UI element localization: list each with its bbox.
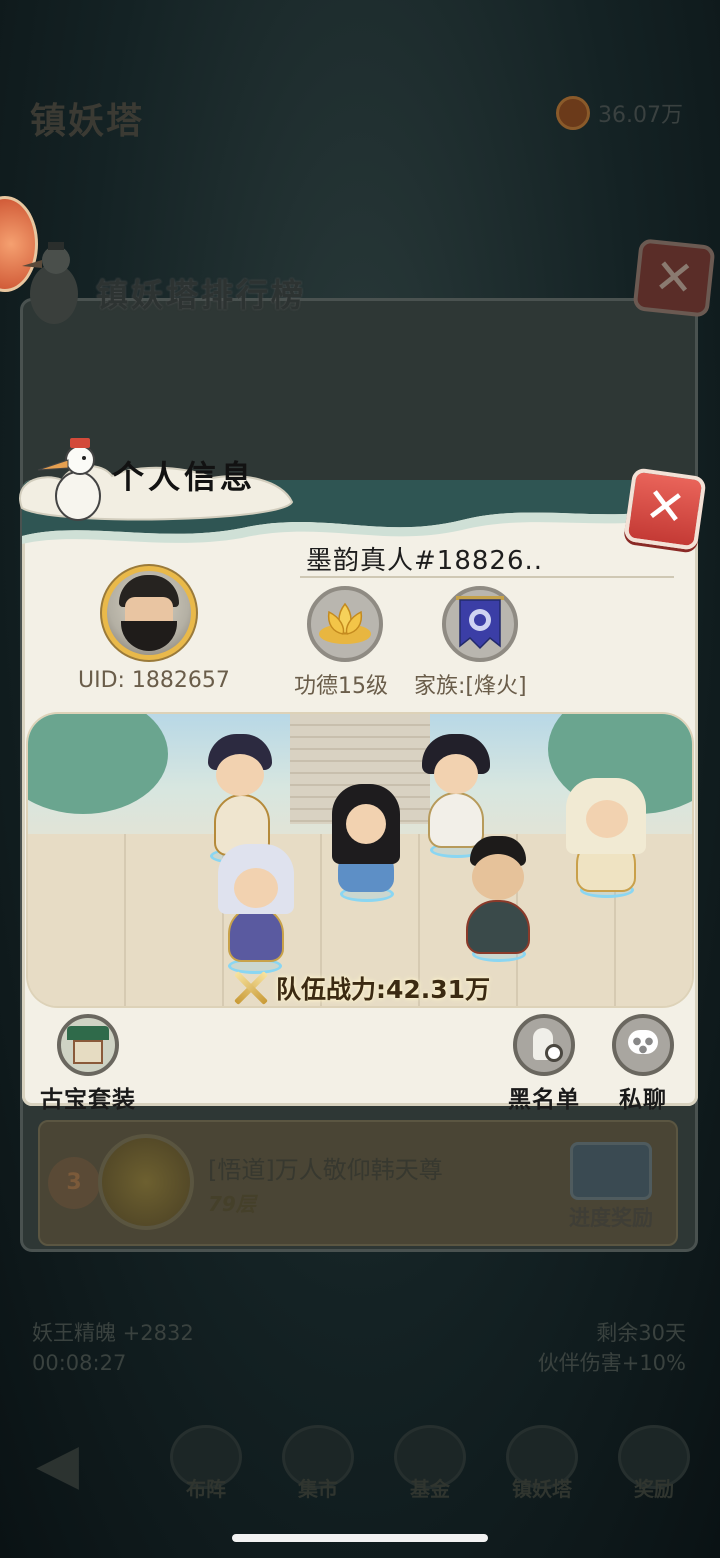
nav-label: 集市 (298, 1477, 338, 1501)
hero-character[interactable] (206, 844, 306, 974)
hero-head (586, 800, 628, 838)
ranking-title: 镇妖塔排行榜 (96, 276, 307, 314)
temple-body (73, 1040, 103, 1064)
nav-item-market[interactable]: 集市 (282, 1425, 354, 1502)
chat-bubble-icon: ● ● ● (612, 1014, 674, 1076)
demon-essence-info: 妖王精魄 +2832 00:08:27 (32, 1318, 194, 1378)
treasure-set-label: 古宝套装 (40, 1087, 136, 1113)
nav-label: 布阵 (186, 1477, 226, 1501)
demon-essence-label: 妖王精魄 +2832 (32, 1321, 194, 1345)
avatar-beard (121, 621, 177, 651)
player-uid: UID: 1882657 (78, 668, 230, 693)
currency-icon (556, 96, 590, 130)
currency-value: 36.07万 (598, 103, 683, 128)
hero-character[interactable] (448, 830, 548, 964)
merit-level: 功德15级 (294, 674, 388, 699)
hero-body (228, 906, 284, 962)
demon-essence-timer: 00:08:27 (32, 1351, 127, 1375)
hero-head (434, 754, 478, 794)
rank-avatar (98, 1134, 194, 1230)
ban-icon (545, 1044, 563, 1062)
hero-head (234, 868, 278, 908)
rank-player-name: [悟道]万人敬仰韩天尊 (208, 1156, 443, 1184)
bubble-dots: ● ● ● (632, 1036, 654, 1055)
nav-item-reward[interactable]: 奖励 (618, 1425, 690, 1502)
nav-item-fund[interactable]: 基金 (394, 1425, 466, 1502)
ranking-close-button[interactable]: ✕ (632, 238, 716, 318)
treasure-set-button[interactable]: 古宝套装 (40, 1014, 136, 1114)
hero-head (346, 804, 386, 844)
blacklist-label: 黑名单 (508, 1087, 580, 1113)
rank-number-badge: 3 (48, 1157, 100, 1209)
family-name: 家族:[烽火] (414, 674, 527, 699)
rank-floor: 79层 (208, 1192, 256, 1216)
avatar-portrait (107, 571, 191, 655)
home-indicator[interactable] (232, 1534, 488, 1542)
name-divider (300, 576, 674, 578)
buff-remaining: 剩余30天 (596, 1321, 686, 1345)
blacklist-icon (513, 1014, 575, 1076)
ranking-row[interactable]: 3 [悟道]万人敬仰韩天尊 79层 进度奖励 (38, 1120, 678, 1246)
hero-head (472, 854, 524, 900)
hero-character[interactable] (316, 778, 416, 908)
player-name: 墨韵真人#18826.. (306, 546, 544, 576)
hero-character[interactable] (556, 774, 656, 904)
crane-mascot-icon (22, 242, 78, 324)
game-screen: 镇妖塔 36.07万 镇妖塔排行榜 ✕ 3 [悟道]万人敬仰韩天尊 79层 进度… (0, 0, 720, 1558)
crossed-swords-icon (230, 969, 272, 1007)
screen-title: 镇妖塔 (30, 101, 145, 142)
currency-display: 36.07万 (556, 96, 683, 130)
nav-label: 奖励 (634, 1477, 674, 1501)
close-icon: ✕ (651, 248, 697, 308)
private-chat-button[interactable]: ● ● ● 私聊 (612, 1014, 674, 1114)
blacklist-button[interactable]: 黑名单 (508, 1014, 580, 1114)
lotus-icon (319, 602, 371, 644)
info-title: 个人信息 (112, 458, 257, 496)
nav-item-formation[interactable]: 布阵 (170, 1425, 242, 1502)
progress-reward-button[interactable]: 进度奖励 (556, 1142, 666, 1232)
private-chat-label: 私聊 (619, 1087, 667, 1113)
close-icon: ✕ (641, 476, 690, 538)
temple-roof (67, 1026, 109, 1040)
tree-left-decoration (28, 714, 168, 814)
family-badge[interactable] (442, 586, 518, 662)
nav-item-tower[interactable]: 镇妖塔 (506, 1425, 578, 1502)
team-lineup-scene (28, 714, 692, 1006)
bubble: ● ● ● (628, 1030, 658, 1055)
family-banner-icon (456, 596, 504, 650)
hero-body (466, 900, 530, 954)
progress-reward-label: 进度奖励 (569, 1206, 653, 1230)
nav-label: 镇妖塔 (512, 1477, 572, 1501)
bottom-nav: 布阵 集市 基金 镇妖塔 奖励 (0, 1412, 720, 1522)
merit-badge[interactable] (307, 586, 383, 662)
team-power-value: 队伍战力:42.31万 (276, 975, 491, 1004)
team-power: 队伍战力:42.31万 (230, 966, 500, 1010)
treasure-chest-icon (570, 1142, 652, 1200)
hero-head (216, 754, 264, 796)
info-close-button[interactable]: ✕ (623, 467, 707, 551)
nav-label: 基金 (410, 1477, 450, 1501)
player-avatar[interactable] (102, 566, 196, 660)
temple-icon (57, 1014, 119, 1076)
buff-info: 剩余30天 伙伴伤害+10% (538, 1318, 686, 1378)
buff-effect: 伙伴伤害+10% (537, 1351, 686, 1375)
